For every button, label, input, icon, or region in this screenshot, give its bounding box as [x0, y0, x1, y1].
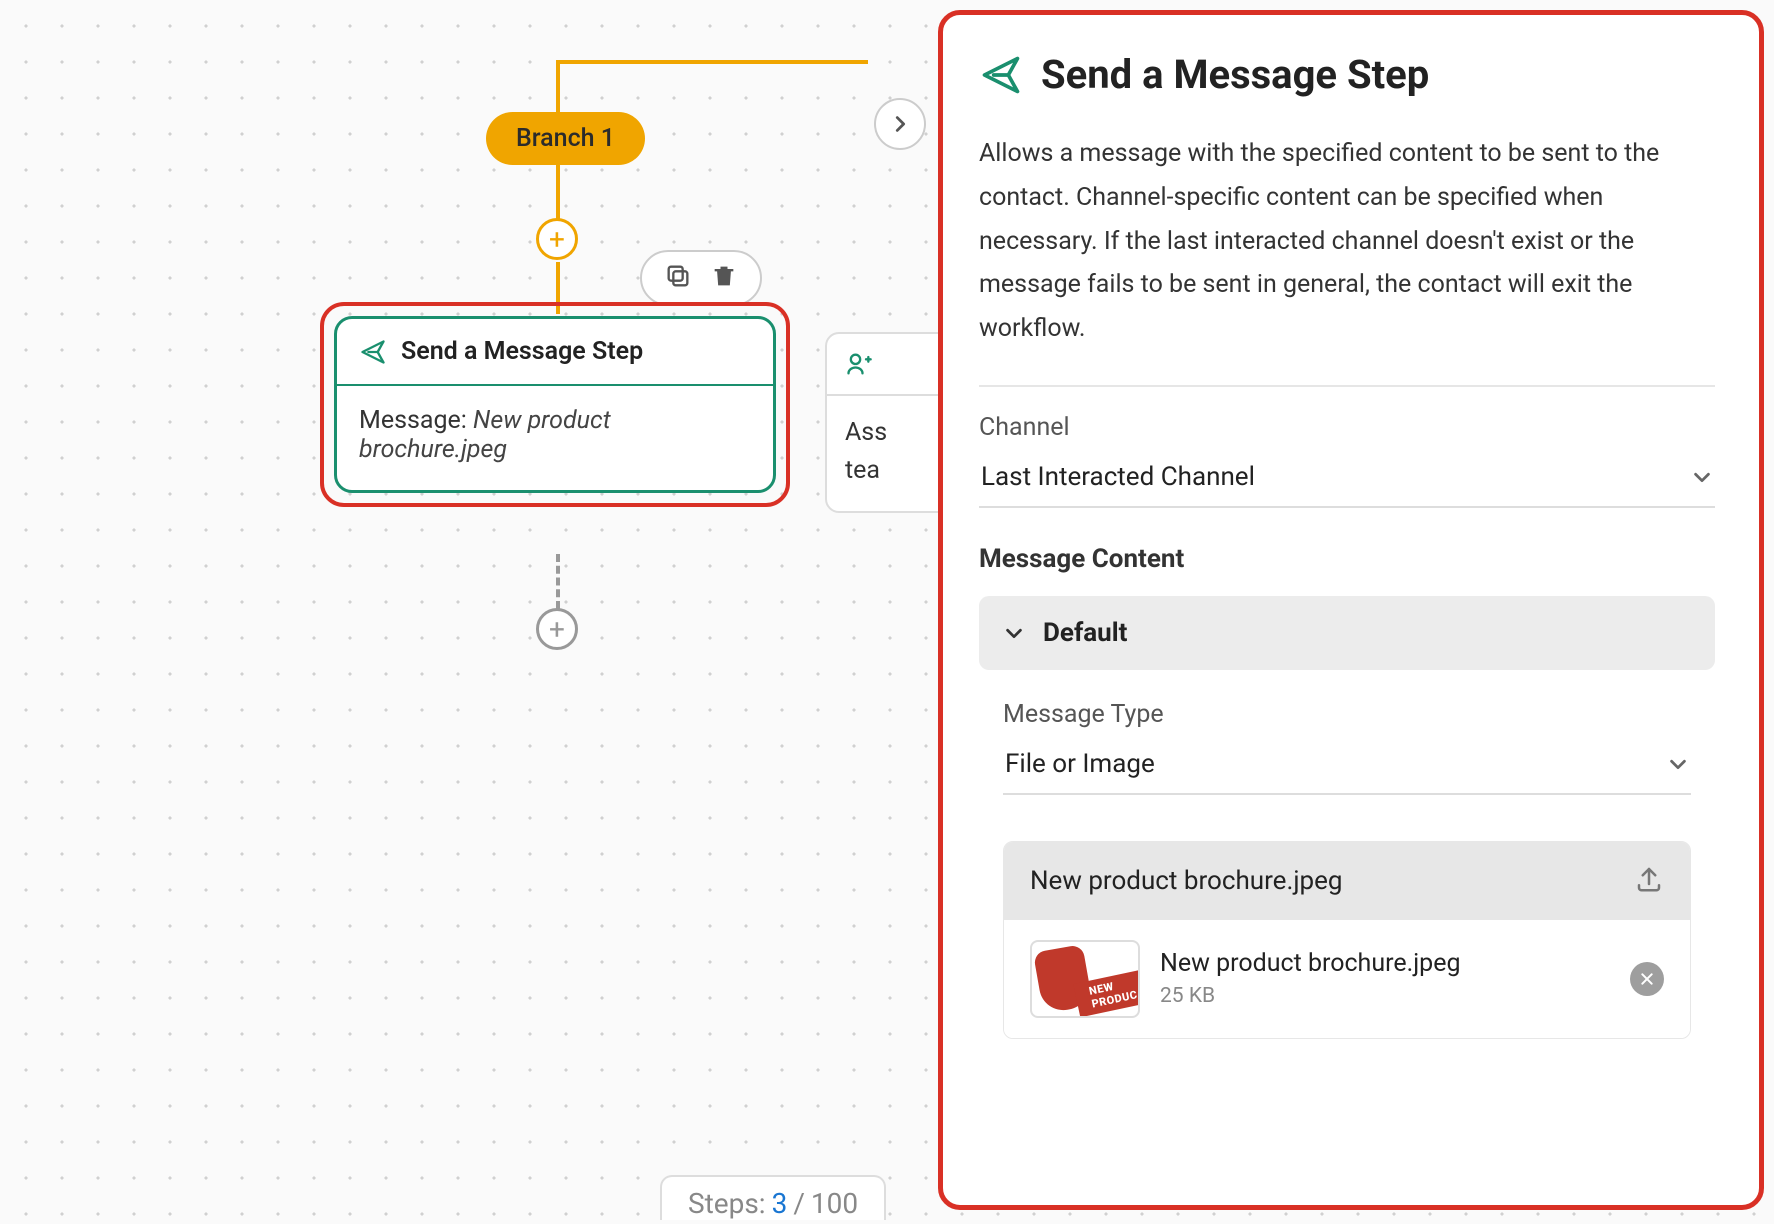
- panel-header: Send a Message Step: [979, 51, 1715, 98]
- message-type-label: Message Type: [1003, 700, 1691, 729]
- copy-icon[interactable]: [664, 262, 692, 294]
- file-size: 25 KB: [1160, 984, 1610, 1008]
- steps-current: 3: [772, 1187, 788, 1220]
- node-title: Send a Message Step: [401, 337, 643, 366]
- add-step-button[interactable]: +: [536, 218, 578, 260]
- message-type-block: Message Type File or Image: [979, 700, 1715, 795]
- node-header: Send a Message Step: [337, 319, 773, 386]
- branch-pill[interactable]: Branch 1: [486, 112, 645, 165]
- panel-description: Allows a message with the specified cont…: [979, 132, 1715, 351]
- file-header: New product brochure.jpeg: [1004, 842, 1690, 920]
- add-step-after-button[interactable]: +: [536, 608, 578, 650]
- chevron-down-icon: [1003, 622, 1025, 644]
- message-type-select[interactable]: File or Image: [1003, 743, 1691, 795]
- plus-icon: +: [549, 613, 565, 646]
- close-icon: [1639, 971, 1655, 987]
- panel-title: Send a Message Step: [1041, 51, 1429, 98]
- file-row: NEW PRODUC New product brochure.jpeg 25 …: [1004, 920, 1690, 1038]
- connector: [558, 60, 868, 64]
- upload-icon[interactable]: [1634, 864, 1664, 898]
- file-name: New product brochure.jpeg: [1160, 949, 1610, 978]
- node-body: Message: New product brochure.jpeg: [337, 386, 773, 490]
- send-message-node[interactable]: Send a Message Step Message: New product…: [334, 316, 776, 493]
- send-icon: [359, 338, 387, 366]
- steps-total: 100: [811, 1187, 858, 1220]
- default-accordion[interactable]: Default: [979, 596, 1715, 670]
- steps-sep: /: [793, 1187, 805, 1220]
- trash-icon[interactable]: [710, 262, 738, 294]
- chevron-right-icon: [889, 113, 911, 135]
- selected-node-highlight: Send a Message Step Message: New product…: [320, 302, 790, 507]
- file-name-header: New product brochure.jpeg: [1030, 866, 1343, 896]
- plus-icon: +: [549, 223, 565, 256]
- channel-label: Channel: [979, 413, 1715, 442]
- connector: [556, 165, 560, 220]
- collapse-panel-button[interactable]: [874, 98, 926, 150]
- node-toolbar: [640, 250, 762, 306]
- file-meta: New product brochure.jpeg 25 KB: [1160, 949, 1610, 1008]
- panel-scroll[interactable]: Send a Message Step Allows a message wit…: [979, 51, 1723, 1205]
- message-type-value: File or Image: [1005, 749, 1155, 779]
- steps-label: Steps:: [688, 1187, 766, 1220]
- connector: [556, 60, 560, 112]
- connector-dashed: [556, 554, 560, 609]
- divider: [979, 385, 1715, 387]
- file-thumbnail: NEW PRODUC: [1030, 940, 1140, 1018]
- channel-select[interactable]: Last Interacted Channel: [979, 456, 1715, 508]
- message-prefix: Message:: [359, 406, 473, 435]
- message-content-section: Message Content: [979, 544, 1715, 574]
- chevron-down-icon: [1691, 466, 1713, 488]
- step-details-panel: Send a Message Step Allows a message wit…: [938, 10, 1764, 1210]
- file-attachment-box: New product brochure.jpeg NEW PRODUC: [1003, 841, 1691, 1039]
- channel-value: Last Interacted Channel: [981, 462, 1255, 492]
- steps-counter: Steps: 3 / 100: [660, 1175, 886, 1220]
- branch-label: Branch 1: [516, 124, 615, 153]
- user-plus-icon: [845, 350, 873, 378]
- send-icon: [979, 53, 1023, 97]
- accordion-label: Default: [1043, 618, 1127, 648]
- remove-file-button[interactable]: [1630, 962, 1664, 996]
- chevron-down-icon: [1667, 753, 1689, 775]
